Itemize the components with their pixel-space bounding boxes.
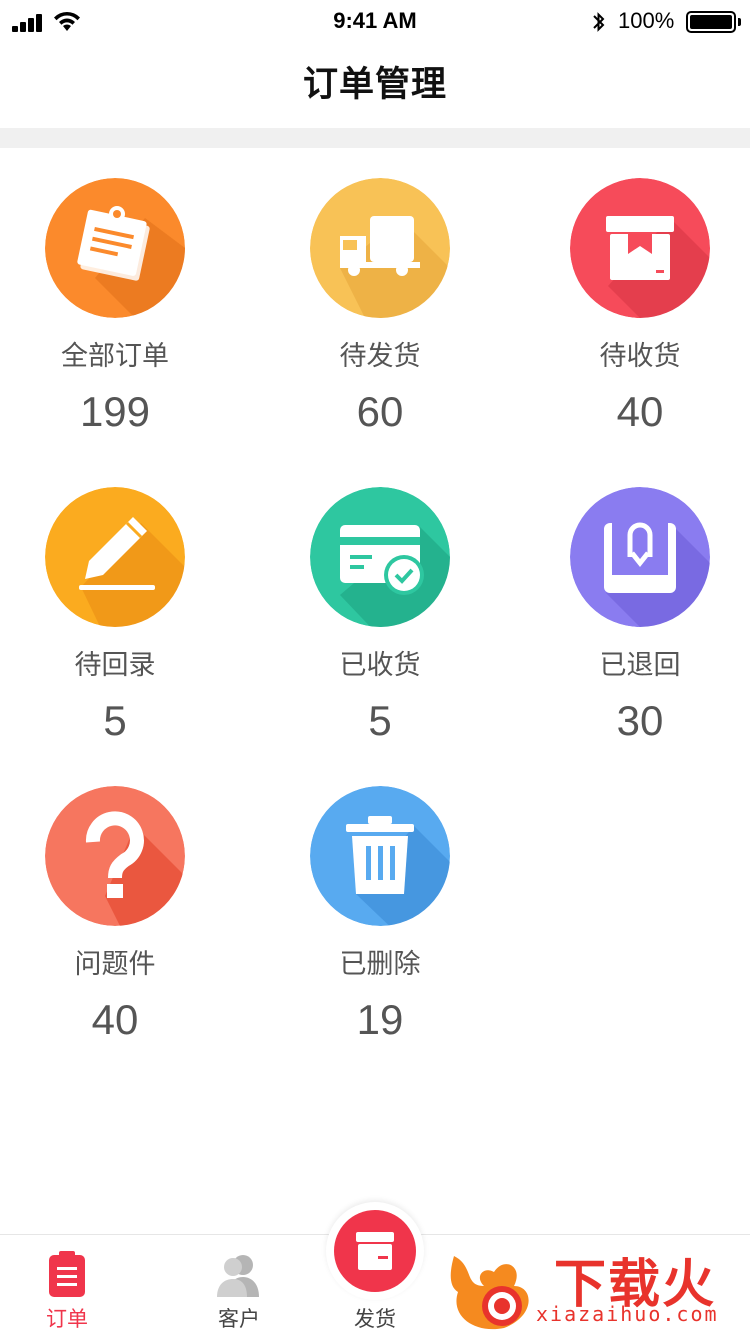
card-check-icon bbox=[310, 487, 450, 627]
tile-received[interactable]: 已收货 5 bbox=[265, 487, 495, 777]
tile-label: 全部订单 bbox=[61, 341, 169, 372]
tile-count: 30 bbox=[616, 697, 664, 744]
page-title: 订单管理 bbox=[302, 65, 447, 105]
battery-percentage: 100% bbox=[618, 8, 675, 33]
box-icon bbox=[570, 178, 710, 318]
tile-label: 已删除 bbox=[339, 949, 421, 980]
tile-label: 待发货 bbox=[339, 341, 421, 372]
clipboard-icon bbox=[49, 1251, 85, 1297]
watermark-url: xiazaihuo.com bbox=[536, 1302, 719, 1326]
tab-customers[interactable]: 客户 bbox=[174, 1235, 304, 1334]
watermark: 下载火 xiazaihuo.com bbox=[444, 1236, 750, 1334]
tile-pending-entry[interactable]: 待回录 5 bbox=[0, 487, 230, 777]
header-divider bbox=[0, 128, 750, 148]
tab-orders[interactable]: 订单 bbox=[2, 1235, 132, 1334]
battery-tip bbox=[738, 18, 741, 26]
return-bag-icon bbox=[570, 487, 710, 627]
status-bar: 9:41 AM 100% bbox=[0, 0, 750, 44]
tab-label: 订单 bbox=[46, 1307, 88, 1331]
order-note-icon bbox=[45, 178, 185, 318]
tile-label: 已退回 bbox=[599, 650, 681, 681]
tile-all-orders[interactable]: 全部订单 199 bbox=[0, 178, 230, 468]
tile-label: 待收货 bbox=[599, 341, 681, 372]
tile-count: 5 bbox=[103, 697, 127, 744]
truck-icon bbox=[310, 178, 450, 318]
ship-box-icon[interactable] bbox=[334, 1210, 416, 1292]
tile-count: 40 bbox=[91, 996, 139, 1043]
bluetooth-icon bbox=[593, 12, 605, 32]
tile-label: 已收货 bbox=[339, 650, 421, 681]
tile-label: 待回录 bbox=[74, 650, 156, 681]
battery-icon bbox=[686, 11, 736, 33]
tab-label: 客户 bbox=[218, 1307, 260, 1331]
tile-pending-receipt[interactable]: 待收货 40 bbox=[525, 178, 750, 468]
tile-count: 40 bbox=[616, 388, 664, 435]
trash-icon bbox=[310, 786, 450, 926]
tile-returned[interactable]: 已退回 30 bbox=[525, 487, 750, 777]
tile-count: 19 bbox=[356, 996, 404, 1043]
question-icon bbox=[45, 786, 185, 926]
tile-deleted[interactable]: 已删除 19 bbox=[265, 786, 495, 1076]
flame-logo-icon bbox=[450, 1256, 529, 1330]
tile-count: 199 bbox=[79, 388, 151, 435]
customers-icon bbox=[217, 1255, 259, 1297]
tab-label: 发货 bbox=[354, 1307, 396, 1331]
tile-count: 60 bbox=[356, 388, 404, 435]
tile-problem-items[interactable]: 问题件 40 bbox=[0, 786, 230, 1076]
pencil-icon bbox=[45, 487, 185, 627]
tile-count: 5 bbox=[368, 697, 392, 744]
tile-pending-shipment[interactable]: 待发货 60 bbox=[265, 178, 495, 468]
tile-label: 问题件 bbox=[74, 949, 156, 980]
